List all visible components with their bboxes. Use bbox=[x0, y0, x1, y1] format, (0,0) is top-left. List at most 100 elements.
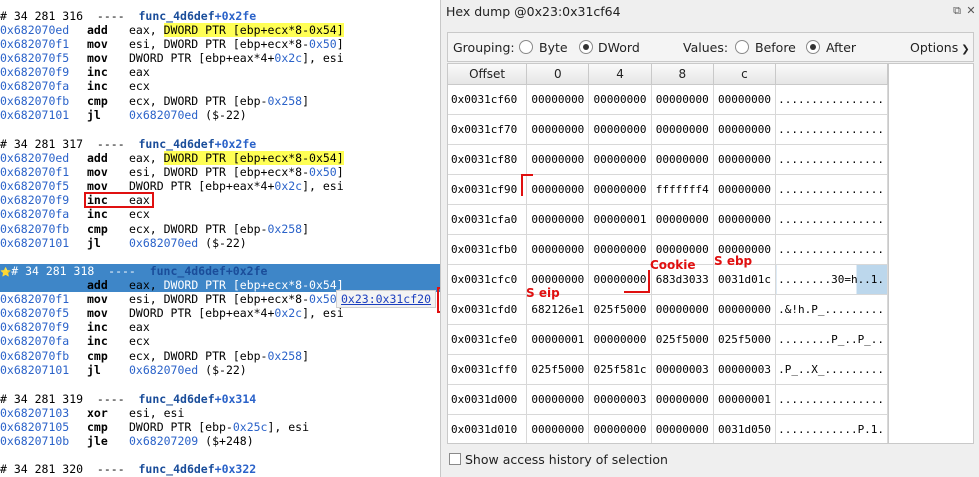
show-access-history-label[interactable]: Show access history of selection bbox=[465, 452, 668, 467]
function-name[interactable]: func_4d6def bbox=[138, 392, 214, 406]
hex-offset-cell[interactable]: 0x0031cff0 bbox=[448, 354, 528, 385]
function-name[interactable]: func_4d6def bbox=[138, 9, 214, 23]
instruction-address[interactable]: 0x682070f9 bbox=[0, 65, 87, 79]
instruction-row[interactable]: 0x682070edadd eax, DWORD PTR [ebp+ecx*8-0… bbox=[0, 23, 440, 38]
hex-offset-cell[interactable]: 0x0031cfe0 bbox=[448, 324, 528, 355]
instruction-row[interactable]: 0x682070fb cmp ecx, DWORD PTR [ebp-0x258] bbox=[0, 222, 440, 236]
hex-ascii-cell[interactable]: ................ bbox=[775, 114, 888, 145]
instruction-address[interactable]: 0x682070fb bbox=[0, 222, 87, 236]
values-after-radio[interactable] bbox=[806, 40, 820, 54]
column-header-4[interactable]: 4 bbox=[588, 64, 652, 85]
operand-highlight[interactable]: 0x682070ed bbox=[129, 108, 198, 122]
grouping-byte-radio[interactable] bbox=[519, 40, 533, 54]
hex-offset-cell[interactable]: 0x0031cfb0 bbox=[448, 234, 528, 265]
operand-highlight[interactable]: DWORD PTR [ebp+ecx*8-0x54] bbox=[163, 23, 344, 38]
operand-highlight[interactable]: DWORD PTR [ebp+ecx*8-0x54] bbox=[163, 278, 344, 293]
block-header[interactable]: # 34 281 319 ---- func_4d6def+0x314 bbox=[0, 392, 440, 406]
options-label[interactable]: Options bbox=[910, 40, 958, 55]
hex-row[interactable]: 0x0031cfd0 682126e1 025f5000 00000000 000000… bbox=[448, 294, 888, 325]
block-header[interactable]: # 34 281 320 ---- func_4d6def+0x322 bbox=[0, 462, 440, 476]
hex-value-cell[interactable]: 00000000 bbox=[651, 84, 714, 115]
hex-value-cell[interactable]: 00000000 bbox=[588, 264, 652, 295]
hex-ascii-cell[interactable]: ................ bbox=[775, 84, 888, 115]
hex-value-cell[interactable]: 00000000 bbox=[713, 204, 777, 235]
instruction-row[interactable]: 0x682070f9 inc eax bbox=[0, 320, 440, 334]
instruction-address[interactable]: 0x68207103 bbox=[0, 406, 87, 420]
values-before-label[interactable]: Before bbox=[755, 40, 796, 55]
options-button[interactable]: Options ❯ bbox=[910, 40, 970, 55]
hex-value-cell[interactable]: 00000000 bbox=[651, 144, 714, 175]
function-name[interactable]: func_4d6def bbox=[138, 137, 214, 151]
instruction-address[interactable]: 0x682070f1 bbox=[0, 37, 87, 51]
hex-offset-cell[interactable]: 0x0031cf70 bbox=[448, 114, 528, 145]
hex-offset-cell[interactable]: 0x0031cfc0 bbox=[448, 264, 528, 295]
hex-offset-cell[interactable]: 0x0031cfa0 bbox=[448, 204, 528, 235]
instruction-address[interactable]: 0x682070fa bbox=[0, 334, 87, 348]
column-header-0[interactable]: 0 bbox=[526, 64, 590, 85]
instruction-address[interactable]: 0x682070f5 bbox=[0, 51, 87, 65]
hex-value-cell[interactable]: 00000000 bbox=[526, 204, 590, 235]
instruction-row[interactable]: 0x682070fa inc ecx bbox=[0, 334, 440, 348]
disassembly-view[interactable]: # 34 281 316 ---- func_4d6def+0x2fe 0x682… bbox=[0, 0, 440, 477]
hex-ascii-cell[interactable]: ................ bbox=[775, 384, 888, 415]
instruction-row[interactable]: 0x682070f1 mov esi, DWORD PTR [ebp+ecx*8-0… bbox=[0, 37, 440, 51]
hex-value-cell[interactable]: 00000000 bbox=[713, 114, 777, 145]
instruction-row[interactable]: 0x6820710b jle 0x68207209 ($+248) bbox=[0, 434, 440, 448]
hex-value-cell[interactable]: 025f5000 bbox=[588, 294, 652, 325]
hex-table[interactable]: Offset 0 4 8 c 0x0031cf60 00000000 00000000 0000… bbox=[448, 64, 888, 443]
hex-ascii-cell[interactable]: ................ bbox=[775, 234, 888, 265]
function-name[interactable]: func_4d6def bbox=[138, 462, 214, 476]
operand-highlight[interactable]: 0x258 bbox=[267, 94, 302, 108]
instruction-address[interactable]: 0x68207101 bbox=[0, 363, 87, 377]
instruction-address[interactable]: 0x682070f5 bbox=[0, 179, 87, 193]
operand-highlight[interactable]: 0x2c bbox=[274, 51, 302, 65]
hex-value-cell[interactable]: 00000003 bbox=[713, 354, 777, 385]
show-access-history-checkbox[interactable] bbox=[449, 453, 461, 465]
instruction-address[interactable]: 0x68207105 bbox=[0, 420, 87, 434]
hex-row[interactable]: 0x0031cfe0 00000001 00000000 025f5000 025f50… bbox=[448, 324, 888, 355]
instruction-row[interactable]: 0x682070f5 mov DWORD PTR [ebp+eax*4+0x2c],… bbox=[0, 51, 440, 65]
hex-row[interactable]: 0x0031d000 00000000 00000003 00000000 000000… bbox=[448, 384, 888, 415]
hex-value-cell[interactable]: 00000003 bbox=[651, 354, 714, 385]
hex-row[interactable]: 0x0031cf60 00000000 00000000 00000000 000000… bbox=[448, 84, 888, 115]
hex-ascii-cell[interactable]: ................ bbox=[775, 144, 888, 175]
block-header[interactable]: # 34 281 316 ---- func_4d6def+0x2fe bbox=[0, 9, 440, 23]
block-header[interactable]: ⭐# 34 281 318 ---- func_4d6def+0x2fe bbox=[0, 264, 440, 279]
hex-offset-cell[interactable]: 0x0031d010 bbox=[448, 414, 528, 443]
hex-value-cell[interactable]: 00000000 bbox=[651, 204, 714, 235]
hex-offset-cell[interactable]: 0x0031cf60 bbox=[448, 84, 528, 115]
instruction-address[interactable]: 0x682070f5 bbox=[0, 306, 87, 320]
hex-value-cell[interactable]: 025f581c bbox=[588, 354, 652, 385]
instruction-address[interactable]: 0x682070fb bbox=[0, 349, 87, 363]
hex-value-cell[interactable]: 00000000 bbox=[651, 384, 714, 415]
hex-offset-cell[interactable]: 0x0031cf80 bbox=[448, 144, 528, 175]
instruction-address[interactable]: 0x682070fa bbox=[0, 207, 87, 221]
hex-value-cell[interactable]: 00000000 bbox=[588, 234, 652, 265]
instruction-address[interactable]: 0x682070f9 bbox=[0, 193, 87, 207]
operand-highlight[interactable]: 0x2c bbox=[274, 306, 302, 320]
instruction-row[interactable]: 0x682070f9 inc eax bbox=[0, 65, 440, 79]
hex-value-cell[interactable]: 025f5000 bbox=[651, 324, 714, 355]
hex-value-cell[interactable]: 00000000 bbox=[588, 84, 652, 115]
bookmark-star-icon[interactable]: ⭐ bbox=[0, 268, 11, 278]
hex-row[interactable]: 0x0031cf70 00000000 00000000 00000000 000000… bbox=[448, 114, 888, 145]
instruction-address[interactable]: 0x682070f9 bbox=[0, 320, 87, 334]
block-header[interactable]: # 34 281 317 ---- func_4d6def+0x2fe bbox=[0, 137, 440, 151]
operand-highlight[interactable]: DWORD PTR [ebp+ecx*8-0x54] bbox=[163, 151, 344, 166]
operand-highlight[interactable]: 0x258 bbox=[267, 222, 302, 236]
hex-value-cell[interactable]: 0031d050 bbox=[713, 414, 777, 443]
hex-value-cell[interactable]: fffffff4 bbox=[651, 174, 714, 205]
memory-address-tooltip[interactable]: 0x23:0x31cf20 bbox=[336, 290, 437, 308]
hex-value-cell[interactable]: 00000003 bbox=[588, 384, 652, 415]
hex-value-cell[interactable]: 00000001 bbox=[588, 204, 652, 235]
hex-ascii-cell[interactable]: .&!h.P_......... bbox=[775, 294, 888, 325]
hex-value-cell[interactable]: 00000000 bbox=[713, 84, 777, 115]
hex-value-cell[interactable]: 00000000 bbox=[651, 414, 714, 443]
function-name[interactable]: func_4d6def bbox=[150, 264, 226, 278]
hex-row[interactable]: 0x0031cff0 025f5000 025f581c 00000003 000000… bbox=[448, 354, 888, 385]
instruction-address[interactable]: 0x682070fb bbox=[0, 94, 87, 108]
instruction-row[interactable]: 0x682070fa inc ecx bbox=[0, 207, 440, 221]
column-header-offset[interactable]: Offset bbox=[448, 64, 528, 85]
values-before-radio[interactable] bbox=[735, 40, 749, 54]
hex-value-cell[interactable]: 025f5000 bbox=[526, 354, 590, 385]
